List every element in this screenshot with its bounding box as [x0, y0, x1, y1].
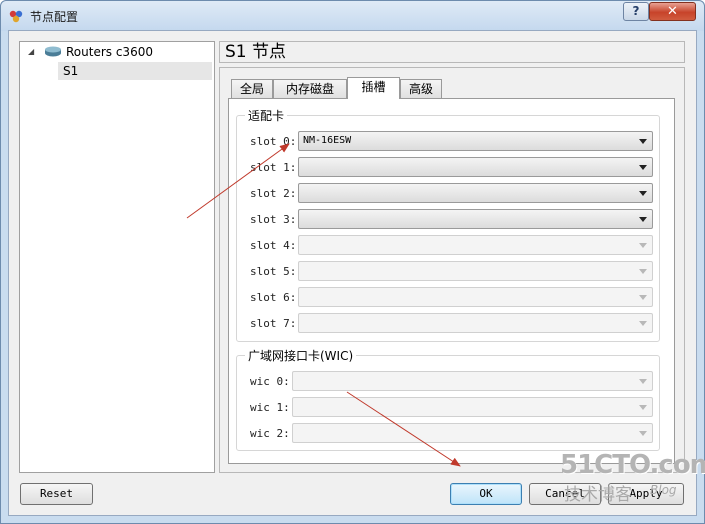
wic-0-select: [292, 371, 653, 391]
slots-tab-content: 适配卡 slot 0: NM-16ESW slot 1: slot 2: slo…: [228, 98, 675, 464]
slot-5-select: [298, 261, 653, 281]
watermark: 51CTO.com 技术博客 Blog: [560, 450, 705, 505]
router-icon: [45, 46, 61, 57]
chevron-down-icon: [639, 379, 647, 384]
app-icon: [9, 10, 23, 23]
slot-4-select: [298, 235, 653, 255]
chevron-down-icon: [639, 139, 647, 144]
slot-6-label: slot 6:: [250, 291, 297, 304]
close-button[interactable]: ✕: [649, 2, 696, 21]
slot-0-label: slot 0:: [250, 135, 297, 148]
wic-1-select: [292, 397, 653, 417]
slot-0-select[interactable]: NM-16ESW: [298, 131, 653, 151]
tab-slots[interactable]: 插槽: [347, 77, 400, 99]
chevron-down-icon: [639, 269, 647, 274]
chevron-down-icon: [639, 431, 647, 436]
window-title: 节点配置: [30, 10, 79, 24]
page-title: S1 节点: [225, 42, 287, 62]
slot-3-select[interactable]: [298, 209, 653, 229]
expand-arrow-icon[interactable]: ◢: [28, 47, 34, 56]
slot-6-select: [298, 287, 653, 307]
slot-3-label: slot 3:: [250, 213, 297, 226]
watermark-subtitle: 技术博客: [564, 485, 632, 505]
slot-1-select[interactable]: [298, 157, 653, 177]
wic-1-label: wic 1:: [250, 401, 290, 414]
tree-item-label: Routers c3600: [66, 45, 153, 59]
wic-2-label: wic 2:: [250, 427, 290, 440]
adapters-group-title: 适配卡: [245, 107, 288, 124]
chevron-down-icon: [639, 165, 647, 170]
slot-2-label: slot 2:: [250, 187, 297, 200]
node-header: S1 节点: [219, 41, 685, 63]
slot-2-select[interactable]: [298, 183, 653, 203]
slot-0-value: NM-16ESW: [303, 135, 352, 146]
chevron-down-icon: [639, 295, 647, 300]
tree-item-routers[interactable]: ◢ Routers c3600: [28, 44, 208, 62]
help-button[interactable]: ?: [623, 2, 649, 21]
chevron-down-icon: [639, 191, 647, 196]
tree-item-s1[interactable]: S1: [58, 62, 212, 80]
tab-global[interactable]: 全局: [231, 79, 273, 98]
reset-button[interactable]: Reset: [20, 483, 93, 505]
chevron-down-icon: [639, 405, 647, 410]
slot-7-label: slot 7:: [250, 317, 297, 330]
slot-5-label: slot 5:: [250, 265, 297, 278]
wic-0-label: wic 0:: [250, 375, 290, 388]
title-bar[interactable]: 节点配置 ? ✕: [1, 1, 704, 31]
slot-4-label: slot 4:: [250, 239, 297, 252]
wic-group-title: 广域网接口卡(WIC): [245, 347, 357, 364]
chevron-down-icon: [639, 217, 647, 222]
node-tree[interactable]: ◢ Routers c3600 S1: [19, 41, 215, 473]
watermark-logo: 51CTO.com: [560, 450, 705, 480]
tab-memory-disk[interactable]: 内存磁盘: [273, 79, 347, 98]
watermark-blog: Blog: [650, 483, 677, 497]
wic-2-select: [292, 423, 653, 443]
slot-7-select: [298, 313, 653, 333]
ok-button[interactable]: OK: [450, 483, 522, 505]
chevron-down-icon: [639, 243, 647, 248]
slot-1-label: slot 1:: [250, 161, 297, 174]
tab-advanced[interactable]: 高级: [400, 79, 442, 98]
chevron-down-icon: [639, 321, 647, 326]
